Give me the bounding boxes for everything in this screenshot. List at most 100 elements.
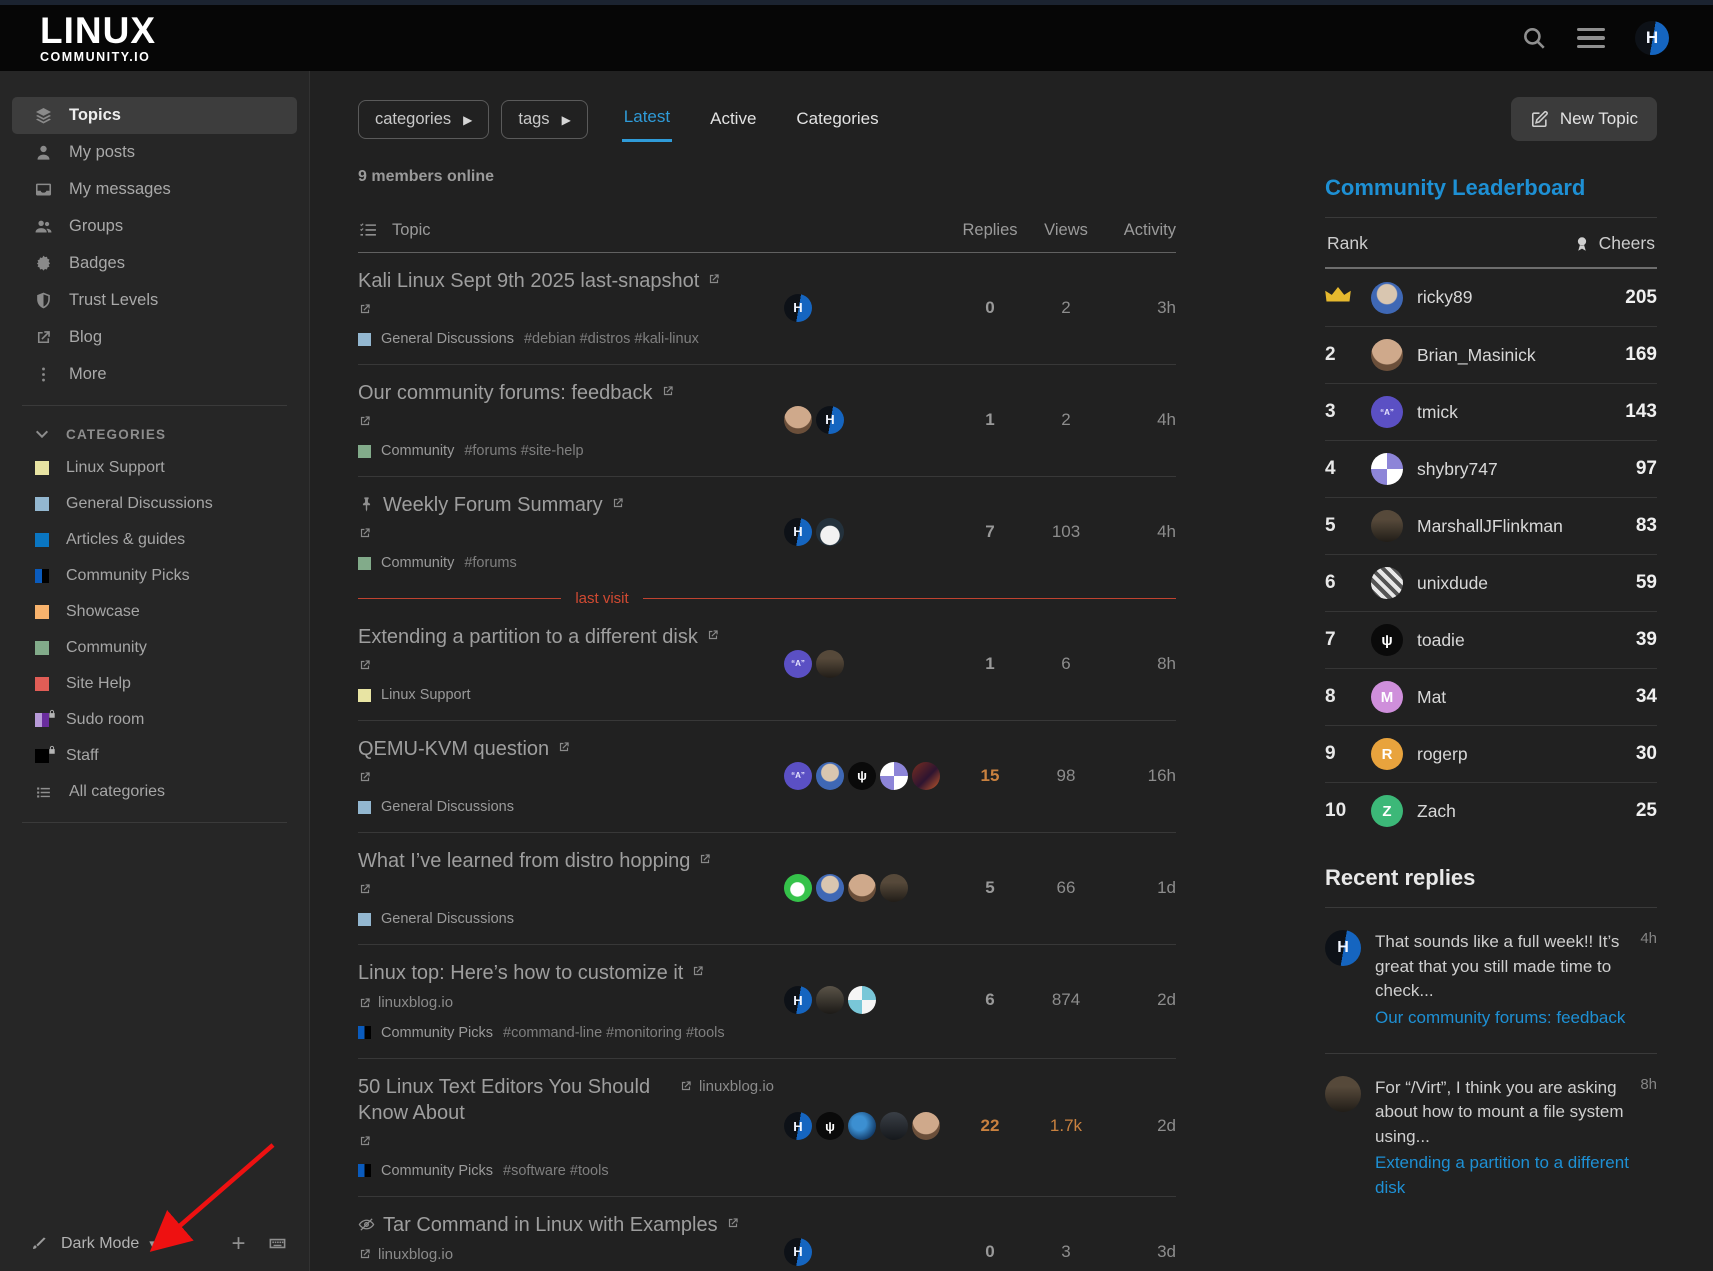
leaderboard-row[interactable]: 10 Z Zach 25 bbox=[1325, 782, 1657, 839]
topic-category[interactable]: General Discussions bbox=[381, 911, 514, 927]
sidebar-category-general-discussions[interactable]: General Discussions bbox=[12, 486, 297, 522]
member-name[interactable]: Zach bbox=[1417, 801, 1456, 822]
avatar-jh[interactable]: H bbox=[784, 986, 812, 1014]
member-name[interactable]: rogerp bbox=[1417, 744, 1468, 765]
topic-tags[interactable]: #command-line #monitoring #tools bbox=[503, 1025, 725, 1041]
member-name[interactable]: MarshallJFlinkman bbox=[1417, 516, 1563, 537]
topic-title[interactable]: Tar Command in Linux with Examples bbox=[383, 1212, 718, 1238]
sidebar-item-trust-levels[interactable]: Trust Levels bbox=[12, 282, 297, 319]
external-link[interactable] bbox=[358, 526, 378, 540]
avatar-toadie[interactable]: ψ bbox=[848, 762, 876, 790]
sidebar-item-all-categories[interactable]: All categories bbox=[12, 774, 297, 810]
external-link[interactable]: linuxblog.io bbox=[358, 1246, 453, 1263]
leaderboard-row[interactable]: 8 M Mat 34 bbox=[1325, 668, 1657, 725]
avatar-jh[interactable]: H bbox=[784, 294, 812, 322]
avatar-jh[interactable]: H bbox=[784, 1238, 812, 1266]
leaderboard-title[interactable]: Community Leaderboard bbox=[1325, 175, 1657, 201]
sidebar-category-articles-guides[interactable]: Articles & guides bbox=[12, 522, 297, 558]
sidebar-category-community-picks[interactable]: Community Picks bbox=[12, 558, 297, 594]
topic-category[interactable]: Community Picks bbox=[381, 1163, 493, 1179]
hamburger-menu-icon[interactable] bbox=[1577, 28, 1605, 49]
member-name[interactable]: toadie bbox=[1417, 630, 1465, 651]
sidebar-item-topics[interactable]: Topics bbox=[12, 97, 297, 134]
avatar-artred[interactable] bbox=[912, 762, 940, 790]
avatar-greenguy[interactable] bbox=[784, 874, 812, 902]
topic-title[interactable]: QEMU-KVM question bbox=[358, 736, 549, 762]
external-link[interactable] bbox=[358, 770, 378, 784]
external-link[interactable] bbox=[358, 658, 378, 672]
leaderboard-row[interactable]: 3 “A” tmick 143 bbox=[1325, 383, 1657, 440]
member-name[interactable]: shybry747 bbox=[1417, 459, 1498, 480]
sidebar-item-blog[interactable]: Blog bbox=[12, 319, 297, 356]
reply-topic-link[interactable]: Our community forums: feedback bbox=[1375, 1006, 1630, 1031]
external-link[interactable]: linuxblog.io bbox=[679, 1078, 774, 1095]
leaderboard-row[interactable]: ricky89 205 bbox=[1325, 269, 1657, 326]
topic-title[interactable]: What I’ve learned from distro hopping bbox=[358, 848, 690, 874]
leaderboard-row[interactable]: 2 Brian_Masinick 169 bbox=[1325, 326, 1657, 383]
sidebar-item-my-messages[interactable]: My messages bbox=[12, 171, 297, 208]
avatar-marshall[interactable] bbox=[816, 650, 844, 678]
sidebar-categories-header[interactable]: Categories bbox=[12, 418, 297, 450]
topic-title[interactable]: Kali Linux Sept 9th 2025 last-snapshot bbox=[358, 268, 699, 294]
new-topic-button[interactable]: New Topic bbox=[1511, 97, 1657, 141]
topic-category[interactable]: Community bbox=[381, 555, 454, 571]
avatar-blueart[interactable] bbox=[848, 1112, 876, 1140]
avatar-bald[interactable] bbox=[784, 406, 812, 434]
avatar-tealpat[interactable] bbox=[848, 986, 876, 1014]
avatar-askhole[interactable]: “A” bbox=[784, 762, 812, 790]
leaderboard-row[interactable]: 7 ψ toadie 39 bbox=[1325, 611, 1657, 668]
caret-down-icon[interactable]: ▾ bbox=[149, 1236, 156, 1252]
activity-column-header[interactable]: Activity bbox=[1104, 221, 1176, 240]
views-column-header[interactable]: Views bbox=[1028, 221, 1104, 240]
categories-filter-dropdown[interactable]: categories ▶ bbox=[358, 100, 489, 139]
external-link[interactable] bbox=[706, 628, 726, 642]
avatar-toadie[interactable]: ψ bbox=[816, 1112, 844, 1140]
avatar-bald[interactable] bbox=[912, 1112, 940, 1140]
search-icon[interactable] bbox=[1521, 25, 1547, 51]
external-link[interactable] bbox=[661, 384, 681, 398]
tab-active[interactable]: Active bbox=[708, 99, 758, 141]
avatar-darkphoto[interactable] bbox=[880, 1112, 908, 1140]
topic-title[interactable]: 50 Linux Text Editors You Should Know Ab… bbox=[358, 1074, 671, 1126]
sidebar-category-showcase[interactable]: Showcase bbox=[12, 594, 297, 630]
external-link[interactable] bbox=[726, 1216, 746, 1230]
topic-title[interactable]: Our community forums: feedback bbox=[358, 380, 653, 406]
leaderboard-row[interactable]: 6 unixdude 59 bbox=[1325, 554, 1657, 611]
sidebar-category-community[interactable]: Community bbox=[12, 630, 297, 666]
sidebar-category-staff[interactable]: Staff bbox=[12, 738, 297, 774]
site-logo[interactable]: LINUX COMMUNITY.IO bbox=[40, 12, 156, 64]
avatar-jh[interactable]: H bbox=[1635, 21, 1669, 55]
sidebar-category-sudo-room[interactable]: Sudo room bbox=[12, 702, 297, 738]
avatar-jh[interactable]: H bbox=[784, 1112, 812, 1140]
sidebar-item-more[interactable]: More bbox=[12, 356, 297, 393]
topic-title[interactable]: Extending a partition to a different dis… bbox=[358, 624, 698, 650]
sidebar-category-linux-support[interactable]: Linux Support bbox=[12, 450, 297, 486]
keyboard-icon[interactable] bbox=[268, 1234, 287, 1253]
topic-tags[interactable]: #forums bbox=[464, 555, 516, 571]
external-link[interactable] bbox=[691, 964, 711, 978]
member-name[interactable]: tmick bbox=[1417, 402, 1458, 423]
sidebar-category-site-help[interactable]: Site Help bbox=[12, 666, 297, 702]
external-link[interactable] bbox=[358, 1134, 378, 1148]
avatar-jh[interactable]: H bbox=[784, 518, 812, 546]
reply-topic-link[interactable]: Extending a partition to a different dis… bbox=[1375, 1151, 1630, 1200]
topic-category[interactable]: Community Picks bbox=[381, 1025, 493, 1041]
sidebar-item-groups[interactable]: Groups bbox=[12, 208, 297, 245]
topic-category[interactable]: Community bbox=[381, 443, 454, 459]
topic-category[interactable]: General Discussions bbox=[381, 331, 514, 347]
avatar-shybry[interactable] bbox=[880, 762, 908, 790]
avatar-ricky[interactable] bbox=[816, 874, 844, 902]
avatar-bald[interactable] bbox=[848, 874, 876, 902]
tab-categories[interactable]: Categories bbox=[794, 99, 880, 141]
external-link[interactable] bbox=[358, 882, 378, 896]
member-name[interactable]: ricky89 bbox=[1417, 287, 1472, 308]
avatar-penguin[interactable] bbox=[816, 518, 844, 546]
replies-column-header[interactable]: Replies bbox=[952, 221, 1028, 240]
tab-latest[interactable]: Latest bbox=[622, 97, 672, 142]
member-name[interactable]: Brian_Masinick bbox=[1417, 345, 1536, 366]
sidebar-item-my-posts[interactable]: My posts bbox=[12, 134, 297, 171]
topic-tags[interactable]: #debian #distros #kali-linux bbox=[524, 331, 699, 347]
leaderboard-row[interactable]: 4 shybry747 97 bbox=[1325, 440, 1657, 497]
member-name[interactable]: unixdude bbox=[1417, 573, 1488, 594]
topic-tags[interactable]: #software #tools bbox=[503, 1163, 609, 1179]
